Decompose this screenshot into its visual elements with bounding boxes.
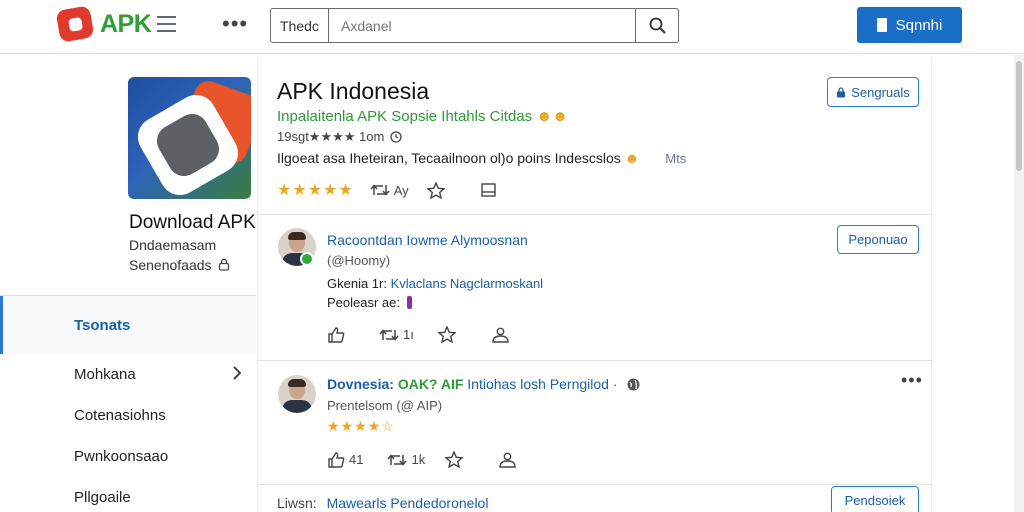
sidebar-item-4[interactable]: Pllgoaile [0,477,256,512]
sidebar-item-1[interactable]: Mohkana [0,354,256,395]
follow-button[interactable]: Pendsoiek [831,486,919,512]
share-button[interactable] [499,452,516,468]
clock-icon [390,131,402,143]
app-actions: ★★★★★ Ay [277,180,496,200]
app-icon[interactable] [128,77,251,199]
like-button[interactable] [328,326,345,343]
post-row: Liwsn: Mawearls Pendedoronelol [277,495,489,511]
post-author-handle: (@Hoomy) [327,253,391,268]
follow-button[interactable]: Sengruals [827,77,919,107]
post-author-name[interactable]: Racoontdan Iowme Alymoosnan [327,232,528,248]
emoji-icon: ☻ [624,150,640,166]
post-body: Gkenia 1r: Kvlaclans Nagclarmoskanl [327,276,544,291]
sign-in-button[interactable]: Sqnnhi [857,7,962,43]
scrollbar[interactable] [1014,55,1024,512]
like-icon [328,326,345,343]
share-icon [492,327,509,343]
retweet-icon [370,184,390,196]
search-bar: Thedc [270,8,679,43]
sidebar-nav: Tsonats Mohkana Cotenasiohns Pwnkoonsaao… [0,296,256,512]
logo-icon [55,5,95,43]
post-link[interactable]: Kvlaclans Nagclarmoskanl [391,276,543,291]
retweet-button[interactable]: Ay [370,183,409,198]
bookmark-icon [480,183,496,197]
download-subtitle-secondary: Senenofaads [129,257,230,273]
globe-icon [627,378,640,391]
divider [258,360,933,361]
chevron-right-icon [233,366,242,380]
favorite-button[interactable] [445,451,464,468]
post-title-link[interactable]: Mawearls Pendedoronelol [327,495,489,511]
sign-in-label: Sqnnhi [895,16,943,34]
more-options-icon[interactable]: ••• [901,370,923,391]
page-title: APK Indonesia [277,78,430,104]
verified-badge-icon [300,252,314,266]
like-icon [328,451,345,468]
app-tagline: Inpalaitenla APK Sopsie Ihtahls Citdas ☻… [277,108,568,125]
retweet-button[interactable]: 1ı [379,327,414,342]
post-author-handle: Prentelsom (@ AIP) [327,398,443,413]
follow-button[interactable]: Peponuao [837,225,919,254]
star-icon [445,451,464,468]
star-icon [426,181,445,199]
search-scope-select[interactable]: Thedc [271,9,329,42]
favorite-button[interactable] [437,326,456,343]
bookmark-icon [876,18,887,32]
rating-stars: ★★★★★ [277,182,354,199]
retweet-icon [387,453,408,466]
sidebar: Download APK Dndaemasam Senenofaads Tson… [0,55,256,512]
post-author-name[interactable]: Dovnesia: OAK? AIF Intiohas losh Perngil… [327,376,640,392]
sidebar-item-0[interactable]: Tsonats [0,296,256,354]
favorite-button[interactable] [426,181,445,199]
retweet-icon [379,328,399,341]
emoji-icon: ☻☻ [536,108,568,125]
search-icon [649,17,666,34]
star-icon [437,326,456,343]
divider [258,214,933,215]
search-input[interactable] [329,9,635,42]
logo-text: APK [100,9,152,38]
avatar[interactable] [278,375,316,413]
emoji-icon [406,296,412,309]
share-icon [499,452,516,468]
menu-icon[interactable] [157,16,177,32]
divider [258,484,933,485]
download-subtitle: Dndaemasam [129,237,217,253]
sidebar-item-3[interactable]: Pwnkoonsaao [0,436,256,477]
lock-icon [837,86,846,97]
site-logo[interactable]: APK [55,5,177,43]
app-meta: 19sgt★★★★ 1om [277,129,402,145]
top-header: APK ••• Thedc Sqnnhi [0,0,1024,54]
lock-icon [219,258,230,271]
retweet-button[interactable]: 1k [387,452,425,467]
app-description: Ilgoeat asa Iheteiran, Tecaailnoon ol)o … [277,150,687,166]
post-actions: 1ı [328,326,509,343]
rating-stars: ★★★★☆ [327,418,395,434]
share-button[interactable] [492,327,509,343]
main-content: APK Indonesia Inpalaitenla APK Sopsie Ih… [257,58,933,512]
sidebar-item-2[interactable]: Cotenasiohns [0,395,256,436]
like-button[interactable]: 41 [328,451,363,468]
download-title: Download APK [129,212,256,233]
post-actions: 41 1k [328,451,516,468]
post-body-line: Peoleasr ae: [327,295,412,310]
more-options-icon[interactable]: ••• [222,13,248,35]
more-link[interactable]: Mts [665,151,686,166]
search-button[interactable] [635,9,678,42]
bookmark-button[interactable] [480,183,496,197]
